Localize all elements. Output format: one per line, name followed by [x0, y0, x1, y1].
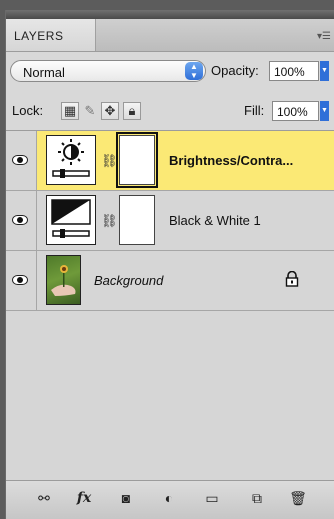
- new-group-icon[interactable]: ▭: [201, 490, 223, 510]
- layer-name[interactable]: Background: [94, 273, 163, 288]
- eye-icon[interactable]: [12, 275, 28, 285]
- lock-transparent-pixels-icon[interactable]: ▦: [61, 102, 79, 120]
- tab-layers[interactable]: LAYERS: [6, 19, 96, 51]
- adjustment-thumbnail[interactable]: [46, 135, 96, 185]
- opacity-field[interactable]: 100%: [269, 61, 319, 81]
- new-layer-icon[interactable]: ⧉: [246, 490, 268, 510]
- lock-position-icon[interactable]: ✥: [101, 102, 119, 120]
- lock-all-icon[interactable]: 🔒︎: [123, 102, 141, 120]
- panel-tab-row: LAYERS ▾☰: [6, 19, 334, 52]
- adjustment-thumbnail[interactable]: [46, 195, 96, 245]
- add-mask-icon[interactable]: ◙: [115, 490, 137, 510]
- link-layers-icon[interactable]: ⚯: [33, 490, 55, 510]
- layer-row-background[interactable]: Background: [6, 251, 334, 311]
- lock-image-pixels-icon[interactable]: ✎: [81, 102, 99, 120]
- mask-link-icon[interactable]: ⛓: [101, 153, 118, 169]
- visibility-toggle[interactable]: [6, 251, 37, 310]
- background-image-thumbnail[interactable]: [46, 255, 81, 305]
- opacity-label: Opacity:: [211, 63, 259, 78]
- panel-menu-icon[interactable]: ▾☰: [317, 31, 331, 42]
- fx-icon[interactable]: fx: [72, 490, 96, 510]
- layer-name[interactable]: Black & White 1: [169, 213, 261, 228]
- blend-mode-value: Normal: [23, 65, 65, 80]
- layers-list: ⛓ Brightness/Contra... ⛓ Black & White 1: [6, 131, 334, 311]
- layer-options-bar: Normal ▲ ▼ Opacity: 100% ▼ Lock: ▦ ✎ ✥ 🔒︎…: [6, 52, 334, 131]
- blend-mode-select[interactable]: Normal ▲ ▼: [10, 60, 206, 82]
- panel-titlebar[interactable]: [6, 10, 334, 19]
- fill-dropdown-icon[interactable]: ▼: [320, 101, 329, 121]
- lock-icon: [285, 271, 299, 287]
- opacity-dropdown-icon[interactable]: ▼: [320, 61, 329, 81]
- new-adjustment-icon[interactable]: ◐: [158, 490, 180, 510]
- eye-icon[interactable]: [12, 155, 28, 165]
- flower-photo-icon: [51, 265, 76, 296]
- black-white-icon: [51, 199, 91, 238]
- layer-mask-thumbnail[interactable]: [119, 195, 155, 245]
- layer-mask-thumbnail[interactable]: [116, 132, 158, 188]
- layer-name[interactable]: Brightness/Contra...: [169, 153, 293, 168]
- mask-link-icon[interactable]: ⛓: [101, 213, 118, 229]
- visibility-toggle[interactable]: [6, 131, 37, 190]
- lock-label: Lock:: [12, 103, 44, 118]
- layer-row-brightness-contrast[interactable]: ⛓ Brightness/Contra...: [6, 131, 334, 191]
- eye-icon[interactable]: [12, 215, 28, 225]
- layers-footer-toolbar: ⚯ fx ◙ ◐ ▭ ⧉ 🗑︎: [6, 480, 334, 519]
- fill-label: Fill:: [244, 103, 265, 118]
- layers-panel: LAYERS ▾☰ Normal ▲ ▼ Opacity: 100% ▼ Lock…: [5, 10, 334, 519]
- brightness-icon: [52, 139, 90, 178]
- blend-mode-arrows-icon[interactable]: ▲ ▼: [185, 62, 203, 80]
- visibility-toggle[interactable]: [6, 191, 37, 250]
- trash-icon[interactable]: 🗑︎: [287, 490, 309, 510]
- fill-field[interactable]: 100%: [272, 101, 319, 121]
- layer-row-black-white[interactable]: ⛓ Black & White 1: [6, 191, 334, 251]
